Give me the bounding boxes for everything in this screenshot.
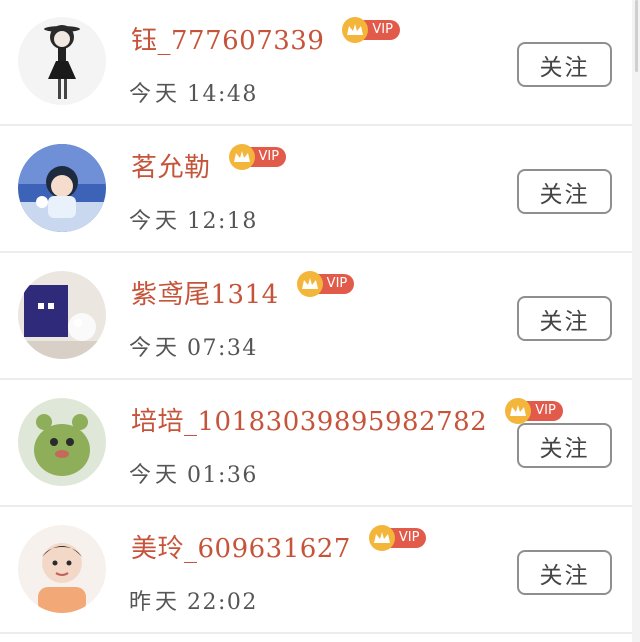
vip-badge: VIP — [505, 398, 563, 424]
avatar[interactable] — [18, 525, 106, 613]
divider — [0, 251, 632, 253]
visit-clock: 12:18 — [187, 209, 258, 234]
visit-time: 今天 01:36 — [129, 457, 258, 489]
vip-badge: VIP — [296, 271, 355, 297]
visit-time: 今天 14:48 — [129, 76, 258, 108]
visit-day: 今天 — [129, 82, 182, 107]
visit-day: 昨天 — [129, 590, 182, 615]
follow-button[interactable]: 关注 — [517, 423, 612, 468]
crown-icon — [296, 271, 323, 297]
visit-clock: 01:36 — [187, 463, 258, 488]
username[interactable]: 培培_10183039895982782 — [131, 401, 487, 438]
scrollbar[interactable] — [632, 0, 640, 642]
list-item[interactable]: 紫鸢尾1314 VIP 今天 07:34 关注 — [0, 254, 632, 380]
avatar[interactable] — [18, 398, 106, 486]
crown-icon — [368, 525, 395, 551]
visitor-list: 钰_777607339 VIP 今天 14:48 关注 茗允勒 VIP 今天 1… — [0, 0, 640, 642]
username[interactable]: 茗允勒 — [131, 147, 211, 184]
crown-icon — [228, 144, 255, 170]
divider — [0, 632, 632, 634]
avatar[interactable] — [18, 17, 106, 105]
username[interactable]: 美玲_609631627 — [131, 528, 351, 565]
visit-clock: 22:02 — [187, 590, 258, 615]
username[interactable]: 钰_777607339 — [131, 20, 324, 57]
follow-button[interactable]: 关注 — [517, 169, 612, 214]
username[interactable]: 紫鸢尾1314 — [131, 274, 279, 311]
list-item[interactable]: 培培_10183039895982782 VIP 今天 01:36 关注 — [0, 381, 632, 507]
divider — [0, 378, 632, 380]
visit-time: 今天 12:18 — [129, 203, 258, 235]
avatar[interactable] — [18, 271, 106, 359]
vip-badge: VIP — [228, 144, 287, 170]
list-item[interactable]: 钰_777607339 VIP 今天 14:48 关注 — [0, 0, 632, 126]
visit-clock: 07:34 — [187, 336, 258, 361]
follow-button[interactable]: 关注 — [517, 296, 612, 341]
divider — [0, 505, 632, 507]
list-item[interactable]: 茗允勒 VIP 今天 12:18 关注 — [0, 127, 632, 253]
visit-clock: 14:48 — [187, 82, 258, 107]
visit-day: 今天 — [129, 336, 182, 361]
avatar[interactable] — [18, 144, 106, 232]
visit-day: 今天 — [129, 463, 182, 488]
list-item[interactable]: 美玲_609631627 VIP 昨天 22:02 关注 — [0, 508, 632, 634]
divider — [0, 124, 632, 126]
vip-badge: VIP — [368, 525, 427, 551]
visit-day: 今天 — [129, 209, 182, 234]
follow-button[interactable]: 关注 — [517, 550, 612, 595]
follow-button[interactable]: 关注 — [517, 42, 612, 87]
vip-badge: VIP — [342, 17, 400, 43]
scrollbar-thumb[interactable] — [635, 0, 638, 72]
visit-time: 今天 07:34 — [129, 330, 258, 362]
visit-time: 昨天 22:02 — [129, 584, 258, 616]
